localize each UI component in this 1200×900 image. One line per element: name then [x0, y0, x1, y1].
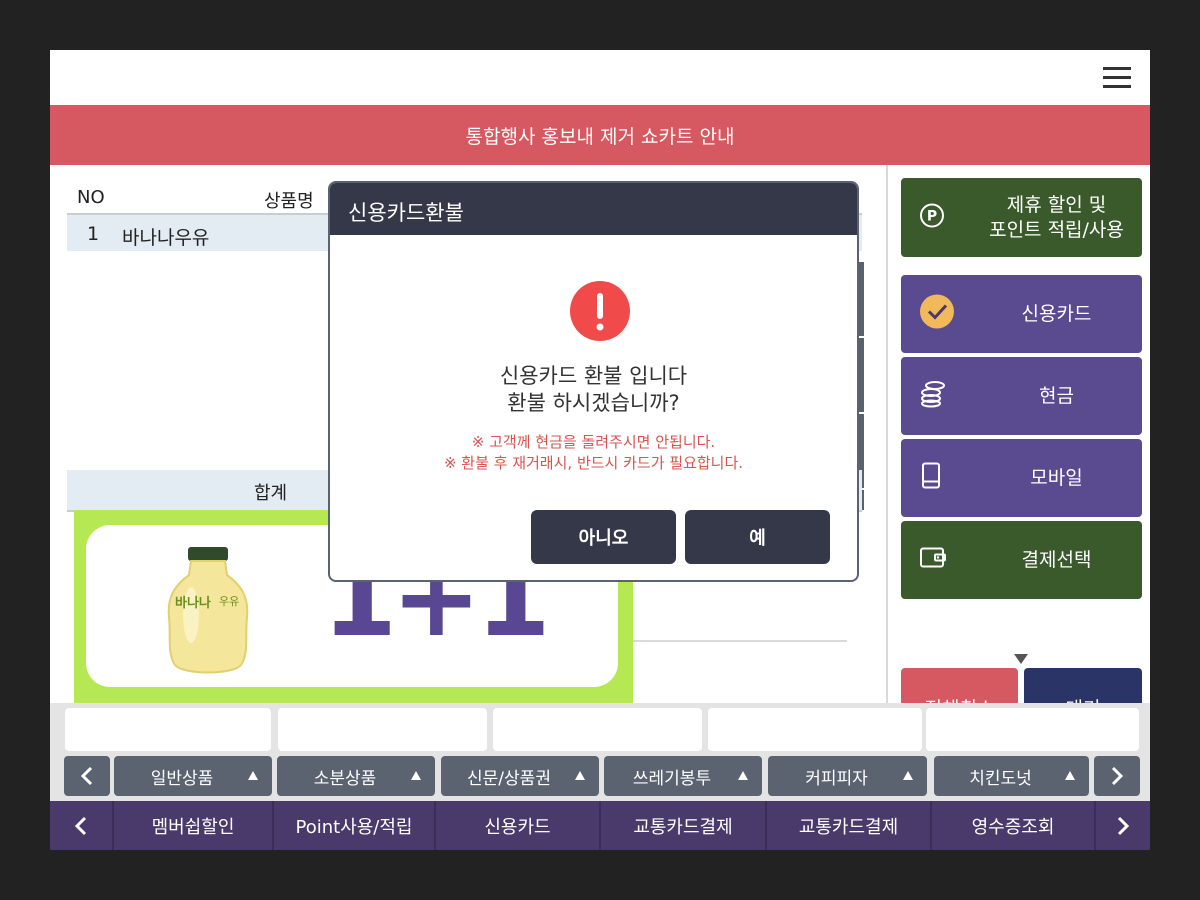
triangle-up-icon — [1065, 771, 1075, 780]
category-label: 커피피자 — [805, 768, 868, 789]
banana-milk-bottle-image: 바나나 우유 — [167, 547, 249, 674]
bottle-label-2: 우유 — [219, 595, 239, 608]
quick-key-slot[interactable] — [708, 708, 922, 751]
category-coffee-pizza[interactable]: 커피피자 — [768, 756, 927, 796]
refund-dialog: 신용카드환불 신용카드 환불 입니다 환불 하시겠습니까? ※ 고객께 현금을 … — [328, 181, 859, 582]
dialog-message-line2: 환불 하시겠습니까? — [507, 391, 680, 415]
function-bar: 멤버쉽할인 Point사용/적립 신용카드 교통카드결제 교통카드결제 영수증조… — [50, 801, 1150, 850]
payment-panel: P 제휴 할인 및 포인트 적립/사용 신용카드 현금 모바일 결제선택 — [886, 165, 1150, 746]
category-general[interactable]: 일반상품 — [114, 756, 272, 796]
chevron-left-icon — [80, 766, 93, 786]
payment-select-label: 결제선택 — [1021, 548, 1092, 571]
svg-text:P: P — [927, 208, 937, 224]
partner-discount-line2: 포인트 적립/사용 — [989, 218, 1124, 241]
category-trash-bags[interactable]: 쓰레기봉투 — [604, 756, 762, 796]
summary-divider — [633, 640, 847, 642]
row-no: 1 — [87, 223, 100, 245]
chevron-right-icon — [1117, 816, 1130, 835]
function-transit-card[interactable]: 교통카드결제 — [599, 801, 765, 850]
triangle-up-icon — [903, 771, 913, 780]
triangle-up-icon — [248, 771, 258, 780]
wallet-icon — [919, 546, 949, 575]
yes-button[interactable]: 예 — [685, 510, 830, 564]
function-receipt-lookup[interactable]: 영수증조회 — [930, 801, 1094, 850]
triangle-up-icon — [575, 771, 585, 780]
credit-card-label: 신용카드 — [1021, 302, 1092, 325]
dialog-header: 신용카드환불 — [330, 183, 857, 235]
no-button[interactable]: 아니오 — [531, 510, 676, 564]
function-point[interactable]: Point사용/적립 — [272, 801, 434, 850]
category-next-button[interactable] — [1094, 756, 1140, 796]
payment-select-button[interactable]: 결제선택 — [901, 521, 1142, 599]
triangle-up-icon — [738, 771, 748, 780]
row-product-name: 바나나우유 — [122, 227, 210, 249]
dialog-title: 신용카드환불 — [348, 201, 464, 225]
coins-icon — [919, 380, 947, 413]
mobile-icon — [919, 462, 943, 495]
quick-keys-area: 일반상품 소분상품 신문/상품권 쓰레기봉투 커피피자 치킨도넛 — [50, 703, 1150, 801]
header-product-name: 상품명 — [264, 191, 314, 212]
mobile-button[interactable]: 모바일 — [901, 439, 1142, 517]
function-prev-button[interactable] — [50, 801, 112, 850]
header-no: NO — [77, 187, 105, 208]
function-transit-card-2[interactable]: 교통카드결제 — [765, 801, 930, 850]
function-membership-discount[interactable]: 멤버쉽할인 — [112, 801, 272, 850]
mobile-label: 모바일 — [1030, 466, 1083, 489]
alert-icon — [570, 281, 630, 341]
point-icon: P — [919, 202, 945, 233]
triangle-up-icon — [411, 771, 421, 780]
dialog-message-line1: 신용카드 환불 입니다 — [499, 364, 688, 388]
menu-icon[interactable] — [1103, 67, 1131, 89]
cash-label: 현금 — [1039, 384, 1074, 407]
top-bar — [50, 50, 1150, 105]
category-label: 소분상품 — [313, 768, 377, 789]
category-label: 쓰레기봉투 — [632, 768, 712, 789]
cash-button[interactable]: 현금 — [901, 357, 1142, 435]
category-label: 일반상품 — [150, 768, 214, 789]
quick-key-slot[interactable] — [493, 708, 702, 751]
dialog-warning-line1: ※ 고객께 현금을 돌려주시면 안됩니다. — [471, 433, 716, 451]
partner-discount-line1: 제휴 할인 및 — [1006, 193, 1107, 216]
category-label: 신문/상품권 — [467, 768, 551, 789]
notice-banner: 통합행사 홍보내 제거 쇼카트 안내 — [50, 105, 1150, 165]
category-prev-button[interactable] — [64, 756, 110, 796]
chevron-right-icon — [1111, 766, 1124, 786]
quick-key-slot[interactable] — [65, 708, 271, 751]
total-label: 합계 — [254, 483, 288, 504]
banner-text: 통합행사 홍보내 제거 쇼카트 안내 — [465, 125, 735, 148]
credit-card-button[interactable]: 신용카드 — [901, 275, 1142, 353]
dialog-warning-line2: ※ 환불 후 재거래시, 반드시 카드가 필요합니다. — [443, 454, 744, 472]
check-icon — [919, 294, 955, 335]
category-label: 치킨도넛 — [969, 768, 1032, 789]
function-next-button[interactable] — [1094, 801, 1150, 850]
partner-discount-button[interactable]: P 제휴 할인 및 포인트 적립/사용 — [901, 178, 1142, 257]
bottle-label: 바나나 — [175, 595, 211, 611]
function-credit-card[interactable]: 신용카드 — [434, 801, 599, 850]
quick-key-slot[interactable] — [278, 708, 487, 751]
category-chicken-donut[interactable]: 치킨도넛 — [934, 756, 1089, 796]
chevron-left-icon — [74, 816, 87, 835]
category-bulk[interactable]: 소분상품 — [277, 756, 435, 796]
pos-screen: 통합행사 홍보내 제거 쇼카트 안내 NO 상품명 1 바나나우유 합계 바나나… — [50, 50, 1150, 850]
quick-key-slot[interactable] — [926, 708, 1139, 751]
caret-down-icon — [1014, 654, 1028, 664]
category-newspaper[interactable]: 신문/상품권 — [441, 756, 599, 796]
partner-discount-label: 제휴 할인 및 포인트 적립/사용 — [971, 178, 1142, 257]
